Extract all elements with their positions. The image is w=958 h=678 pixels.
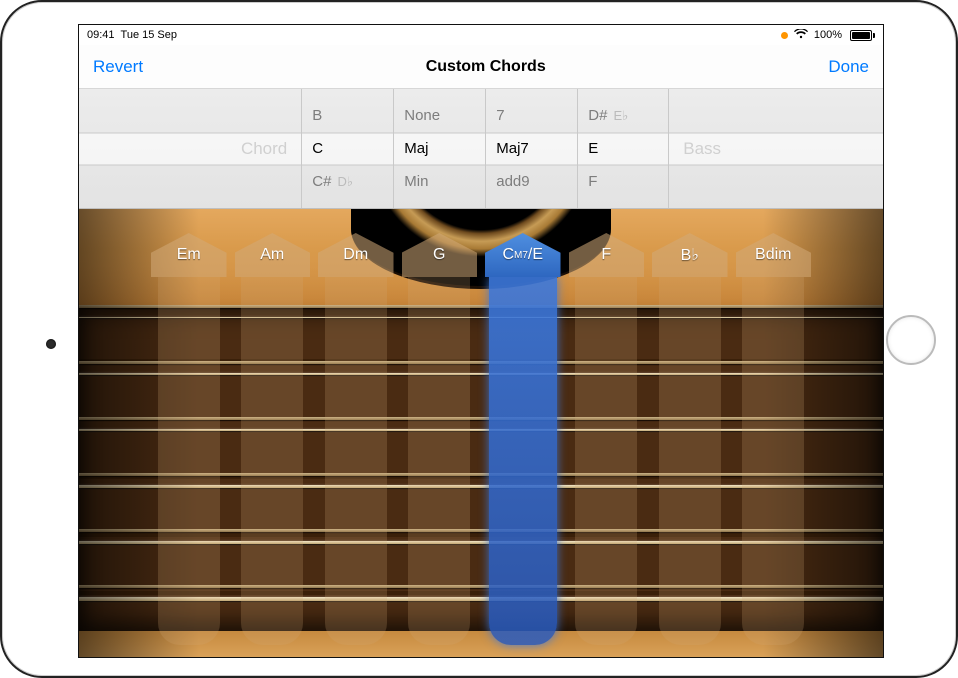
chord-strip[interactable]: B♭ (652, 233, 728, 645)
chord-strip-body[interactable] (158, 277, 220, 645)
status-time: 09:41 (87, 29, 115, 41)
battery-percent: 100% (814, 29, 842, 41)
status-date: Tue 15 Sep (121, 29, 177, 41)
wifi-icon (794, 29, 808, 42)
screen: 09:41 Tue 15 Sep 100% Revert Custom Chor… (78, 24, 884, 658)
status-bar: 09:41 Tue 15 Sep 100% (79, 25, 883, 45)
chord-strip-body[interactable] (241, 277, 303, 645)
chord-strip-label: Dm (318, 233, 394, 277)
chord-strip-label: Bdim (736, 233, 812, 277)
guitar-area: EmAmDmGCM7/EFB♭Bdim (79, 209, 883, 658)
chord-strip[interactable]: F (569, 233, 645, 645)
picker-col-extension[interactable]: 7 Maj7 add9 (485, 89, 577, 208)
chord-strip[interactable]: Em (151, 233, 227, 645)
chord-strip-body[interactable] (408, 277, 470, 645)
picker-col-bass[interactable]: D#E♭ E F (577, 89, 669, 208)
battery-icon (848, 30, 875, 41)
chord-strip[interactable]: CM7/E (485, 233, 561, 645)
front-camera (46, 339, 56, 349)
page-title: Custom Chords (426, 58, 546, 76)
ipad-frame: 09:41 Tue 15 Sep 100% Revert Custom Chor… (0, 0, 958, 678)
picker-col-root[interactable]: B C C#D♭ (301, 89, 393, 208)
chord-strips: EmAmDmGCM7/EFB♭Bdim (79, 233, 883, 645)
chord-strip-label: F (569, 233, 645, 277)
chord-strip[interactable]: G (402, 233, 478, 645)
revert-button[interactable]: Revert (93, 57, 143, 77)
chord-strip-label: B♭ (652, 233, 728, 277)
chord-strip-body[interactable] (325, 277, 387, 645)
picker-label-bass: Bass (669, 139, 735, 159)
chord-strip[interactable]: Dm (318, 233, 394, 645)
chord-strip-label: G (402, 233, 478, 277)
chord-strip-label: Em (151, 233, 227, 277)
chord-strip-body[interactable] (489, 277, 557, 645)
chord-strip-body[interactable] (659, 277, 721, 645)
chord-strip[interactable]: Am (235, 233, 311, 645)
picker-col-quality[interactable]: None Maj Min (393, 89, 485, 208)
recording-indicator-icon (781, 32, 788, 39)
picker-label-chord: Chord (227, 139, 301, 159)
chord-strip-body[interactable] (742, 277, 804, 645)
chord-strip-label: Am (235, 233, 311, 277)
chord-strip-body[interactable] (575, 277, 637, 645)
home-button[interactable] (886, 315, 936, 365)
navbar: Revert Custom Chords Done (79, 45, 883, 89)
chord-strip-label: CM7/E (485, 233, 561, 277)
done-button[interactable]: Done (828, 57, 869, 77)
chord-picker: Chord B C C#D♭ None Maj Min 7 Maj7 (79, 89, 883, 209)
chord-strip[interactable]: Bdim (736, 233, 812, 645)
